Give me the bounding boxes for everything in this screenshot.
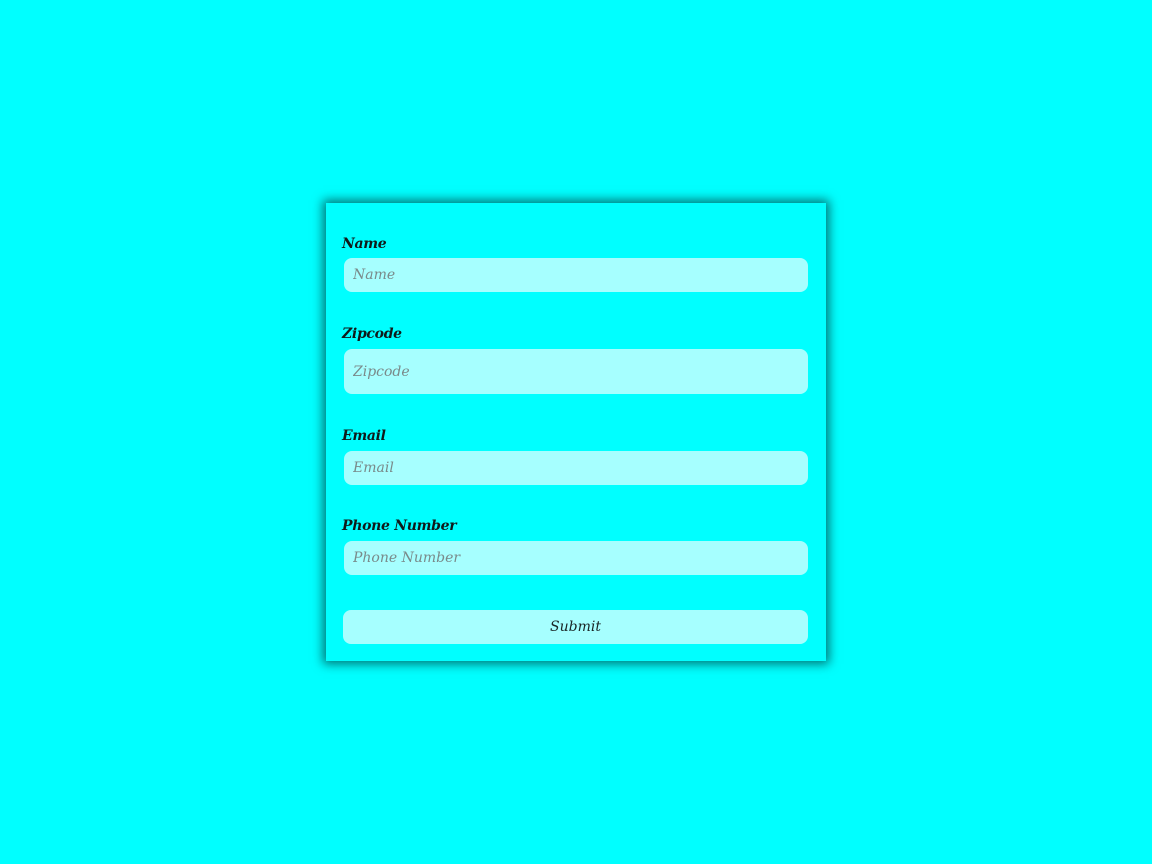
form-card: Name Zipcode Email Phone Number Submit <box>326 203 826 661</box>
email-label: Email <box>342 428 386 444</box>
phone-number-label: Phone Number <box>342 518 457 534</box>
email-input[interactable] <box>344 451 808 485</box>
name-label: Name <box>342 236 387 252</box>
phone-number-input[interactable] <box>344 541 808 575</box>
zipcode-label: Zipcode <box>342 326 402 342</box>
submit-button[interactable]: Submit <box>343 610 808 644</box>
zipcode-input[interactable] <box>344 349 808 394</box>
name-input[interactable] <box>344 258 808 292</box>
